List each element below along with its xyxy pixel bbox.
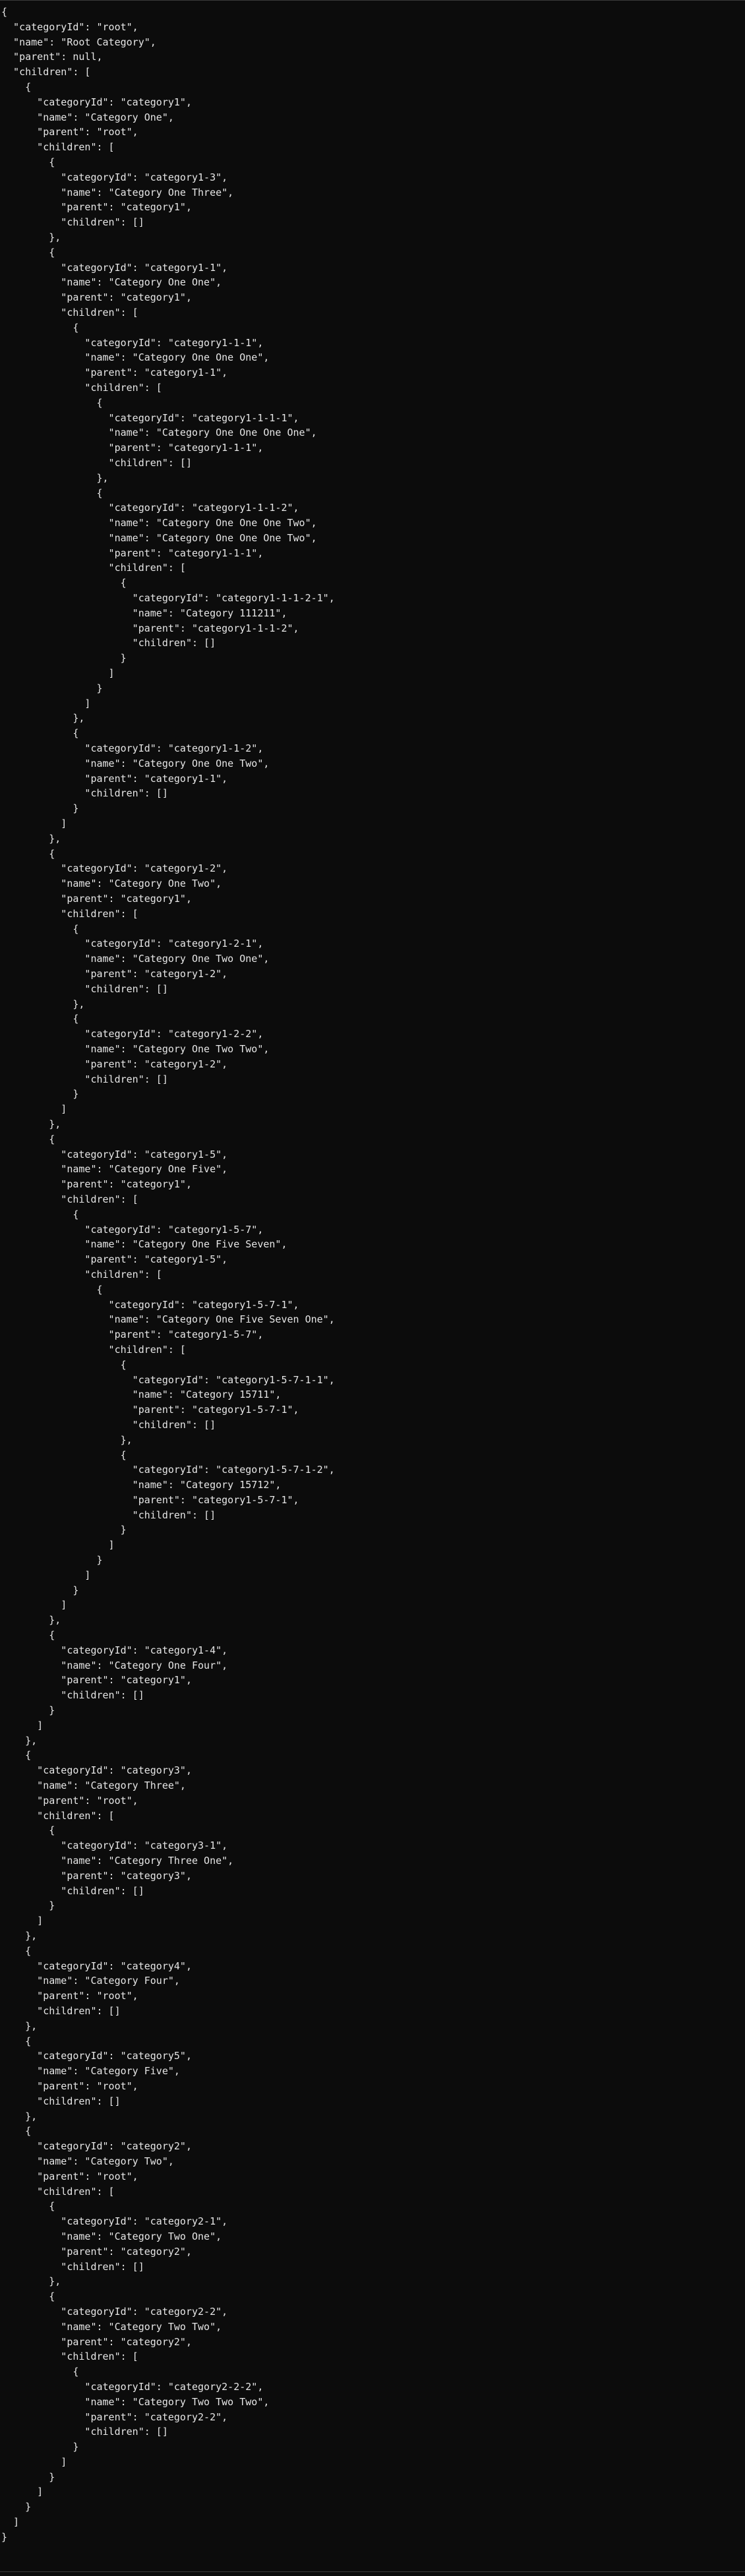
json-output: { "categoryId": "root", "name": "Root Ca…: [1, 6, 335, 2543]
console-window[interactable]: { "categoryId": "root", "name": "Root Ca…: [0, 0, 745, 2576]
bottom-divider: [0, 2571, 745, 2572]
